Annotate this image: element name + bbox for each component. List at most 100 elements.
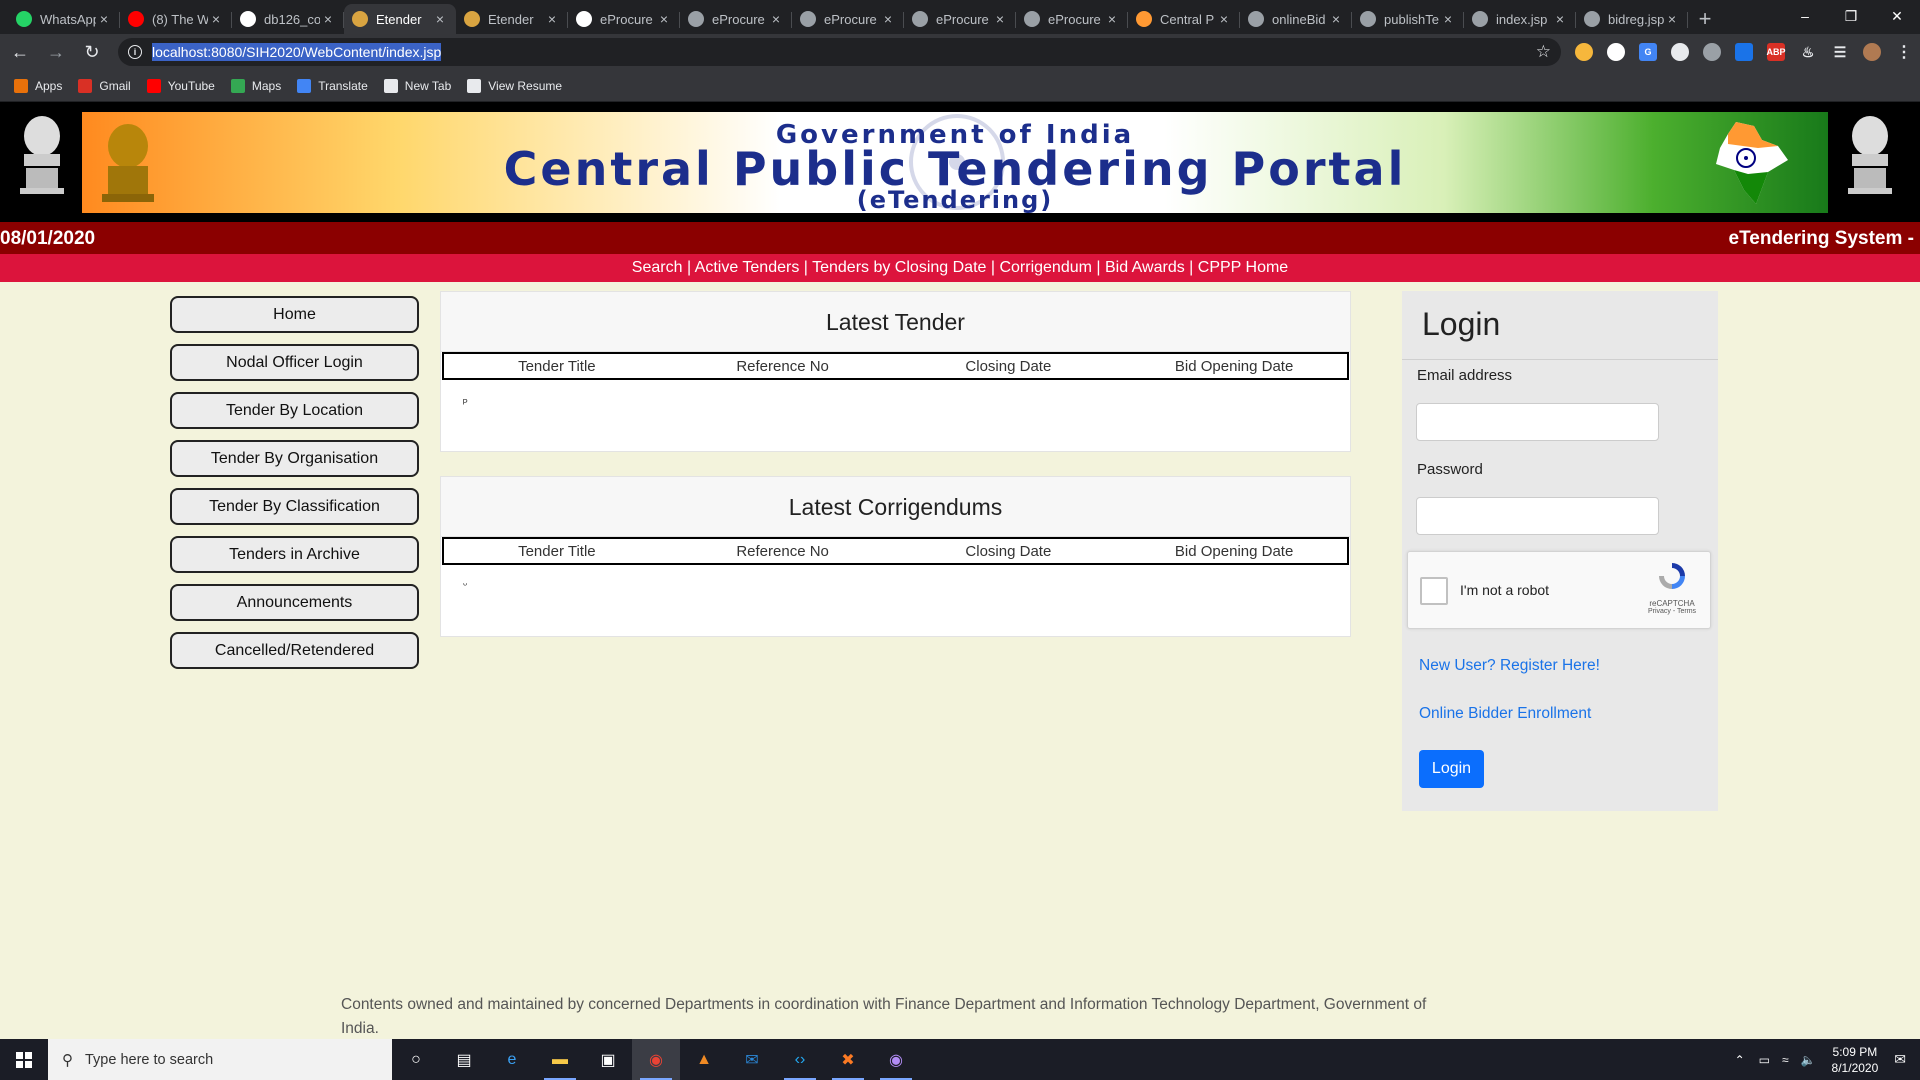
- cortana-icon[interactable]: ○: [392, 1039, 440, 1080]
- clock[interactable]: 5:09 PM 8/1/2020: [1832, 1044, 1879, 1076]
- close-tab-icon[interactable]: ×: [1216, 11, 1232, 27]
- file-explorer-icon[interactable]: ▬: [536, 1039, 584, 1080]
- close-tab-icon[interactable]: ×: [544, 11, 560, 27]
- bookmark-item[interactable]: Maps: [230, 78, 281, 93]
- close-tab-icon[interactable]: ×: [656, 11, 672, 27]
- battery-icon[interactable]: ▭: [1759, 1053, 1770, 1067]
- browser-tab[interactable]: eProcure ×: [568, 4, 680, 34]
- bidder-enrollment-link[interactable]: Online Bidder Enrollment: [1419, 705, 1591, 723]
- close-tab-icon[interactable]: ×: [768, 11, 784, 27]
- sidebar-menu-button[interactable]: Tender By Organisation: [170, 440, 419, 477]
- restore-button[interactable]: ❐: [1828, 0, 1874, 32]
- chevron-up-icon[interactable]: ⌃: [1735, 1053, 1745, 1067]
- header-band: Government of India Central Public Tende…: [0, 102, 1920, 222]
- update-extension-icon[interactable]: [1735, 43, 1753, 61]
- browser-tab[interactable]: Central P ×: [1128, 4, 1240, 34]
- nav-link[interactable]: Search: [632, 259, 683, 276]
- browser-tab[interactable]: index.jsp ×: [1464, 4, 1576, 34]
- translate-extension-icon[interactable]: G: [1639, 43, 1657, 61]
- notification-icon[interactable]: ✉: [1894, 1051, 1906, 1068]
- nav-link[interactable]: CPPP Home: [1198, 259, 1288, 276]
- browser-tab[interactable]: eProcure ×: [1016, 4, 1128, 34]
- extension-icon[interactable]: [1671, 43, 1689, 61]
- sidebar-menu-button[interactable]: Home: [170, 296, 419, 333]
- new-tab-button[interactable]: +: [1688, 4, 1722, 34]
- recaptcha-terms-link[interactable]: Privacy - Terms: [1646, 608, 1698, 615]
- browser-tab[interactable]: Etender ×: [456, 4, 568, 34]
- browser-tab[interactable]: eProcure ×: [904, 4, 1016, 34]
- bookmark-item[interactable]: Apps: [14, 78, 62, 93]
- browser-tab[interactable]: eProcure ×: [792, 4, 904, 34]
- close-window-button[interactable]: ✕: [1874, 0, 1920, 32]
- nav-link[interactable]: Bid Awards: [1105, 259, 1185, 276]
- puzzle-icon[interactable]: ♨: [1799, 43, 1817, 61]
- xampp-icon[interactable]: ✖: [824, 1039, 872, 1080]
- reload-button[interactable]: ↻: [76, 36, 108, 68]
- browser-tab[interactable]: Etender ×: [344, 4, 456, 34]
- reading-list-icon[interactable]: ☰: [1831, 43, 1849, 61]
- close-tab-icon[interactable]: ×: [320, 11, 336, 27]
- close-tab-icon[interactable]: ×: [1664, 11, 1680, 27]
- recaptcha-checkbox[interactable]: [1420, 577, 1448, 605]
- task-view-icon[interactable]: ▤: [440, 1039, 488, 1080]
- address-bar[interactable]: i localhost:8080/SIH2020/WebContent/inde…: [118, 38, 1561, 66]
- browser-tab[interactable]: onlineBid ×: [1240, 4, 1352, 34]
- browser-tab[interactable]: bidreg.jsp ×: [1576, 4, 1688, 34]
- wifi-icon[interactable]: ≈: [1782, 1053, 1789, 1067]
- browser-tab[interactable]: db126_co ×: [232, 4, 344, 34]
- back-button[interactable]: ←: [4, 36, 36, 68]
- login-button[interactable]: Login: [1419, 750, 1484, 788]
- bookmark-item[interactable]: Translate: [297, 78, 368, 93]
- taskbar-search-box[interactable]: ⚲ Type here to search: [48, 1039, 392, 1080]
- close-tab-icon[interactable]: ×: [1552, 11, 1568, 27]
- minimize-button[interactable]: –: [1782, 0, 1828, 32]
- register-link[interactable]: New User? Register Here!: [1419, 657, 1600, 675]
- browser-tab[interactable]: eProcure ×: [680, 4, 792, 34]
- vscode-icon[interactable]: ‹›: [776, 1039, 824, 1080]
- close-tab-icon[interactable]: ×: [96, 11, 112, 27]
- close-tab-icon[interactable]: ×: [432, 11, 448, 27]
- adblock-icon[interactable]: ABP: [1767, 43, 1786, 61]
- extension-icon[interactable]: [1703, 43, 1721, 61]
- sidebar-menu-button[interactable]: Cancelled/Retendered: [170, 632, 419, 669]
- browser-tab[interactable]: (8) The W ×: [120, 4, 232, 34]
- edge-icon[interactable]: e: [488, 1039, 536, 1080]
- bookmark-item[interactable]: View Resume: [467, 78, 562, 93]
- mail-icon[interactable]: ✉: [728, 1039, 776, 1080]
- bookmark-item[interactable]: New Tab: [383, 78, 451, 93]
- volume-icon[interactable]: 🔈: [1801, 1053, 1816, 1067]
- close-tab-icon[interactable]: ×: [1328, 11, 1344, 27]
- sidebar-menu-button[interactable]: Announcements: [170, 584, 419, 621]
- start-button[interactable]: [0, 1039, 48, 1080]
- vlc-icon[interactable]: ▲: [680, 1039, 728, 1080]
- close-tab-icon[interactable]: ×: [1104, 11, 1120, 27]
- nav-link[interactable]: Corrigendum: [999, 259, 1091, 276]
- sidebar-menu-button[interactable]: Tender By Location: [170, 392, 419, 429]
- url-text[interactable]: localhost:8080/SIH2020/WebContent/index.…: [152, 43, 442, 61]
- bookmark-item[interactable]: Gmail: [78, 78, 131, 93]
- store-icon[interactable]: ▣: [584, 1039, 632, 1080]
- sidebar-menu-button[interactable]: Tender By Classification: [170, 488, 419, 525]
- browser-tab[interactable]: WhatsApp ×: [8, 4, 120, 34]
- close-tab-icon[interactable]: ×: [880, 11, 896, 27]
- extension-icon[interactable]: [1607, 43, 1625, 61]
- email-field[interactable]: [1416, 403, 1659, 441]
- forward-button[interactable]: →: [40, 36, 72, 68]
- avatar[interactable]: [1863, 43, 1881, 61]
- password-field[interactable]: [1416, 497, 1659, 535]
- app-icon[interactable]: ◉: [872, 1039, 920, 1080]
- nav-link[interactable]: Tenders by Closing Date: [812, 259, 986, 276]
- menu-dots-icon[interactable]: ⋮: [1895, 43, 1913, 61]
- chrome-icon[interactable]: ◉: [632, 1039, 680, 1080]
- close-tab-icon[interactable]: ×: [992, 11, 1008, 27]
- sidebar-menu-button[interactable]: Nodal Officer Login: [170, 344, 419, 381]
- info-icon[interactable]: i: [128, 45, 142, 59]
- extension-icon[interactable]: [1575, 43, 1593, 61]
- close-tab-icon[interactable]: ×: [1440, 11, 1456, 27]
- close-tab-icon[interactable]: ×: [208, 11, 224, 27]
- browser-tab[interactable]: publishTe ×: [1352, 4, 1464, 34]
- bookmark-item[interactable]: YouTube: [146, 78, 215, 93]
- nav-link[interactable]: Active Tenders: [695, 259, 800, 276]
- sidebar-menu-button[interactable]: Tenders in Archive: [170, 536, 419, 573]
- bookmark-star-icon[interactable]: ☆: [1536, 42, 1551, 62]
